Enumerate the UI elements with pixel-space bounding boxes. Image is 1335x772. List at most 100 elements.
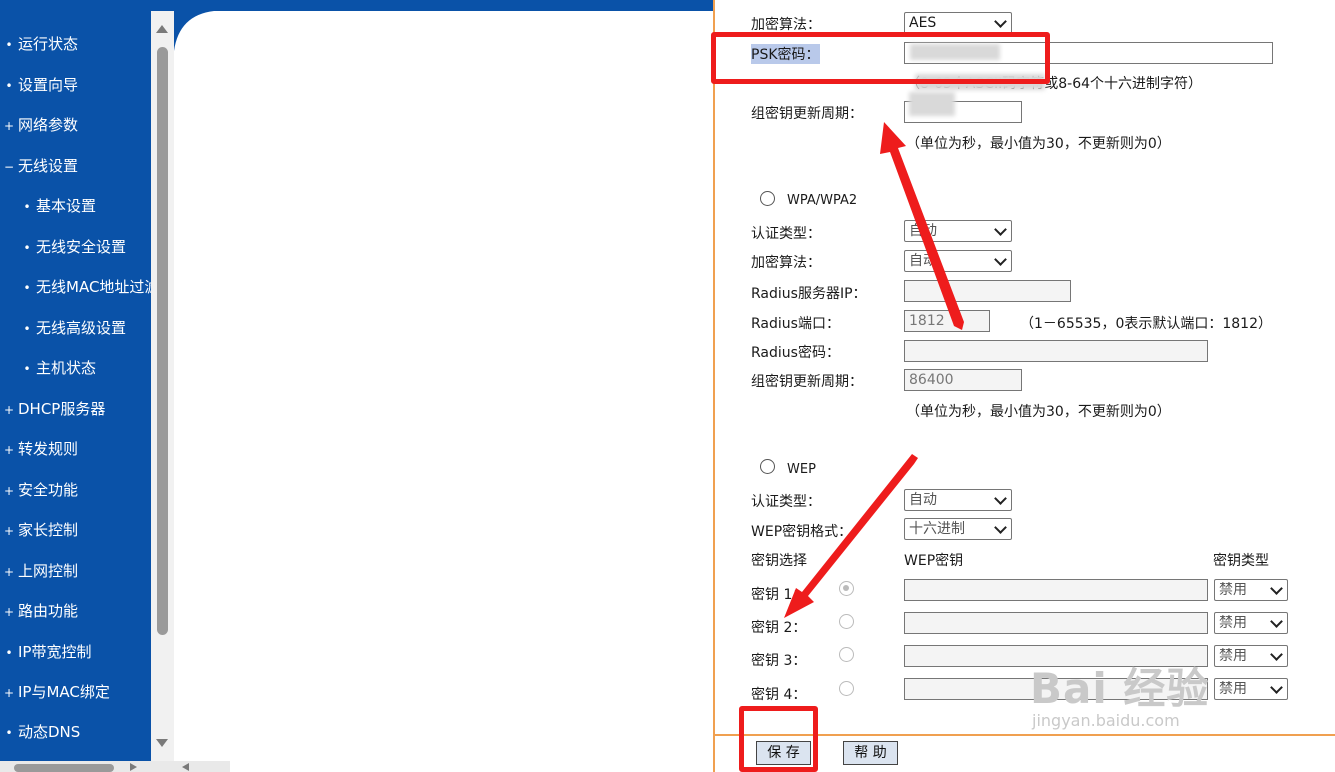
sidebar-item-wireless-mac-filter[interactable]: • 无线MAC地址过滤 — [18, 275, 151, 299]
wep-key-4-radio[interactable] — [839, 681, 854, 696]
bullet-icon: • — [23, 241, 31, 255]
radius-port-input[interactable]: 1812 — [904, 310, 990, 332]
sidebar-item-label: IP与MAC绑定 — [18, 683, 110, 701]
wep-radio[interactable] — [760, 459, 775, 474]
radius-port-hint: （1－65535，0表示默认端口：1812） — [1020, 316, 1272, 332]
expand-plus-icon: + — [3, 403, 15, 417]
scroll-down-icon[interactable] — [156, 739, 168, 747]
wep-key-2-type-select[interactable]: 禁用 — [1214, 612, 1288, 634]
sidebar-item-label: DHCP服务器 — [18, 400, 106, 418]
sidebar-item-routing[interactable]: + 路由功能 — [0, 599, 78, 623]
sidebar-item-label: 无线高级设置 — [36, 319, 127, 337]
wep-format-select[interactable]: 十六进制 — [904, 518, 1012, 540]
bullet-icon: • — [23, 322, 31, 336]
sidebar-item-ddns[interactable]: • 动态DNS — [0, 720, 80, 744]
watermark-url: jingyan.baidu.com — [1032, 711, 1180, 730]
chevron-down-icon — [994, 492, 1007, 505]
annotation-psk-box — [711, 32, 1050, 84]
wep-key-2-input[interactable] — [904, 612, 1208, 634]
scrollbar-thumb[interactable] — [157, 47, 168, 635]
sidebar-item-parental-control[interactable]: + 家长控制 — [0, 518, 78, 542]
redacted-group-key — [909, 92, 955, 116]
wpa-enterprise-radio[interactable] — [760, 191, 775, 206]
wpa-cipher-select[interactable]: 自动 — [904, 250, 1012, 272]
wpa-group-key-input[interactable]: 86400 — [904, 369, 1022, 391]
horizontal-scrollbar-thumb[interactable] — [14, 764, 114, 772]
wep-format-label: WEP密钥格式： — [751, 524, 853, 540]
sidebar-item-wireless-security[interactable]: • 无线安全设置 — [18, 235, 126, 259]
sidebar-item-security[interactable]: + 安全功能 — [0, 478, 78, 502]
sidebar-item-label: 无线安全设置 — [36, 238, 127, 256]
sidebar-item-network[interactable]: + 网络参数 — [0, 113, 78, 137]
sidebar-item-label: 无线设置 — [18, 157, 79, 175]
expand-plus-icon: + — [3, 524, 15, 538]
sidebar-item-dhcp[interactable]: + DHCP服务器 — [0, 397, 105, 421]
collapse-minus-icon: − — [3, 160, 15, 174]
wep-key-2-label: 密钥 2： — [751, 620, 807, 636]
sidebar-item-label: 运行状态 — [18, 35, 79, 53]
sidebar-item-label: 转发规则 — [18, 440, 79, 458]
wep-key-1-type-select[interactable]: 禁用 — [1214, 579, 1288, 601]
bullet-icon: • — [5, 726, 13, 740]
horizontal-scrollbar[interactable] — [0, 761, 230, 772]
bullet-icon: • — [5, 38, 13, 52]
psk-cipher-label: 加密算法： — [751, 17, 821, 33]
sidebar-item-forwarding[interactable]: + 转发规则 — [0, 437, 78, 461]
sidebar-item-label: 路由功能 — [18, 602, 79, 620]
chevron-down-icon — [994, 253, 1007, 266]
sidebar-item-running-status[interactable]: • 运行状态 — [0, 32, 78, 56]
radius-password-label: Radius密码： — [751, 345, 840, 361]
scroll-left-icon[interactable] — [182, 763, 189, 771]
sidebar-item-access-control[interactable]: + 上网控制 — [0, 559, 78, 583]
sidebar-item-label: IP带宽控制 — [18, 643, 92, 661]
sidebar-item-label: 上网控制 — [18, 562, 79, 580]
expand-plus-icon: + — [3, 565, 15, 579]
sidebar-item-label: 安全功能 — [18, 481, 79, 499]
bullet-icon: • — [5, 646, 13, 660]
radius-ip-label: Radius服务器IP： — [751, 286, 867, 302]
chevron-down-icon — [994, 15, 1007, 28]
sidebar-item-wireless[interactable]: − 无线设置 — [0, 154, 78, 178]
wpa-auth-label: 认证类型： — [751, 226, 821, 242]
wep-auth-label: 认证类型： — [751, 494, 821, 510]
expand-plus-icon: + — [3, 119, 15, 133]
expand-plus-icon: + — [3, 605, 15, 619]
wep-key-2-radio[interactable] — [839, 614, 854, 629]
sidebar-item-label: 无线MAC地址过滤 — [36, 278, 151, 296]
wpa-group-key-label: 组密钥更新周期： — [751, 374, 863, 390]
chevron-down-icon — [994, 223, 1007, 236]
radius-ip-input[interactable] — [904, 280, 1071, 302]
sidebar-item-bandwidth[interactable]: • IP带宽控制 — [0, 640, 91, 664]
wpa-cipher-label: 加密算法： — [751, 255, 821, 271]
wep-key-3-radio[interactable] — [839, 647, 854, 662]
help-button[interactable]: 帮 助 — [843, 741, 898, 765]
bullet-icon: • — [23, 281, 31, 295]
wep-key-1-input[interactable] — [904, 579, 1208, 601]
wpa-auth-select[interactable]: 自动 — [904, 220, 1012, 242]
chevron-down-icon — [1270, 615, 1283, 628]
expand-plus-icon: + — [3, 686, 15, 700]
sidebar-item-ip-mac-binding[interactable]: + IP与MAC绑定 — [0, 680, 110, 704]
wep-key-3-label: 密钥 3： — [751, 653, 807, 669]
sidebar-item-host-status[interactable]: • 主机状态 — [18, 356, 96, 380]
wep-section-title: WEP — [787, 462, 816, 477]
wep-key-1-radio[interactable] — [839, 581, 854, 596]
frame-corner-decoration — [174, 11, 214, 51]
sidebar-item-wireless-basic[interactable]: • 基本设置 — [18, 194, 96, 218]
sidebar-scrollbar[interactable] — [151, 11, 174, 761]
col-key-select: 密钥选择 — [751, 553, 807, 569]
sidebar-item-setup-wizard[interactable]: • 设置向导 — [0, 73, 78, 97]
scroll-up-icon[interactable] — [156, 25, 168, 33]
sidebar-item-label: 设置向导 — [18, 76, 79, 94]
col-key-type: 密钥类型 — [1213, 553, 1269, 569]
wep-key-1-label: 密钥 1： — [751, 587, 807, 603]
radius-password-input[interactable] — [904, 340, 1208, 362]
psk-group-key-label: 组密钥更新周期： — [751, 106, 863, 122]
sidebar-item-wireless-advanced[interactable]: • 无线高级设置 — [18, 316, 126, 340]
sidebar-item-label: 主机状态 — [36, 359, 97, 377]
bullet-icon: • — [5, 79, 13, 93]
wep-auth-select[interactable]: 自动 — [904, 489, 1012, 511]
psk-cipher-select[interactable]: AES — [904, 12, 1012, 34]
chevron-down-icon — [1270, 582, 1283, 595]
scroll-right-icon[interactable] — [130, 763, 137, 771]
